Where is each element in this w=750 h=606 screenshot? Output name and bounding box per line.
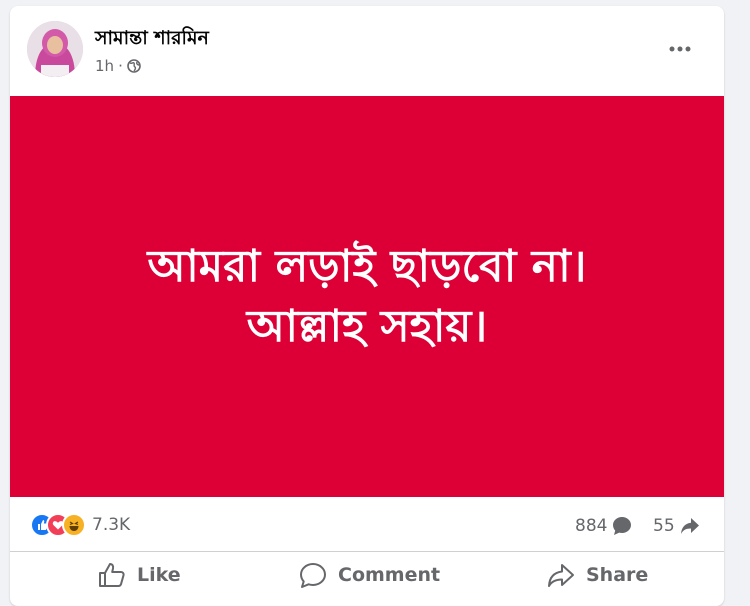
- comment-button[interactable]: Comment: [298, 552, 440, 597]
- comment-label: Comment: [338, 563, 441, 586]
- image-text-line-2: আল্লাহ সহায়।: [246, 300, 488, 352]
- haha-reaction-icon: [62, 513, 86, 537]
- more-options-button[interactable]: [660, 34, 700, 64]
- post-meta: 1h ·: [95, 57, 141, 75]
- more-horizontal-icon: [669, 46, 691, 52]
- share-count: 55: [653, 516, 675, 536]
- share-arrow-icon: [680, 518, 699, 534]
- comment-icon: [300, 562, 326, 588]
- like-label: Like: [137, 563, 181, 586]
- comment-count: 884: [575, 516, 608, 536]
- post-image[interactable]: আমরা লড়াই ছাড়বো না। আল্লাহ সহায়।: [10, 96, 724, 497]
- shares-count-link[interactable]: 55: [653, 515, 701, 537]
- author-avatar[interactable]: [27, 21, 83, 77]
- comments-count-link[interactable]: 884: [575, 515, 633, 537]
- share-label: Share: [586, 563, 649, 586]
- post-stats: 7.3K 884 55: [10, 507, 724, 543]
- comment-bubble-icon: [613, 517, 632, 535]
- post-card: সামান্তা শারমিন 1h · আমরা লড়াই ছাড়বো ন…: [10, 6, 724, 606]
- reactions-summary[interactable]: 7.3K: [30, 513, 130, 537]
- share-icon: [548, 563, 574, 587]
- reaction-count[interactable]: 7.3K: [92, 515, 130, 535]
- post-time[interactable]: 1h: [95, 57, 114, 75]
- post-header: সামান্তা শারমিন 1h ·: [10, 6, 724, 96]
- thumbs-up-icon: [99, 562, 125, 587]
- meta-separator: ·: [118, 57, 123, 75]
- image-text-line-1: আমরা লড়াই ছাড়বো না।: [147, 240, 587, 292]
- globe-icon[interactable]: [127, 59, 141, 73]
- author-name[interactable]: সামান্তা শারমিন: [95, 24, 209, 56]
- post-actions: Like Comment Share: [10, 551, 724, 597]
- share-button[interactable]: Share: [546, 552, 648, 597]
- like-button[interactable]: Like: [97, 552, 181, 597]
